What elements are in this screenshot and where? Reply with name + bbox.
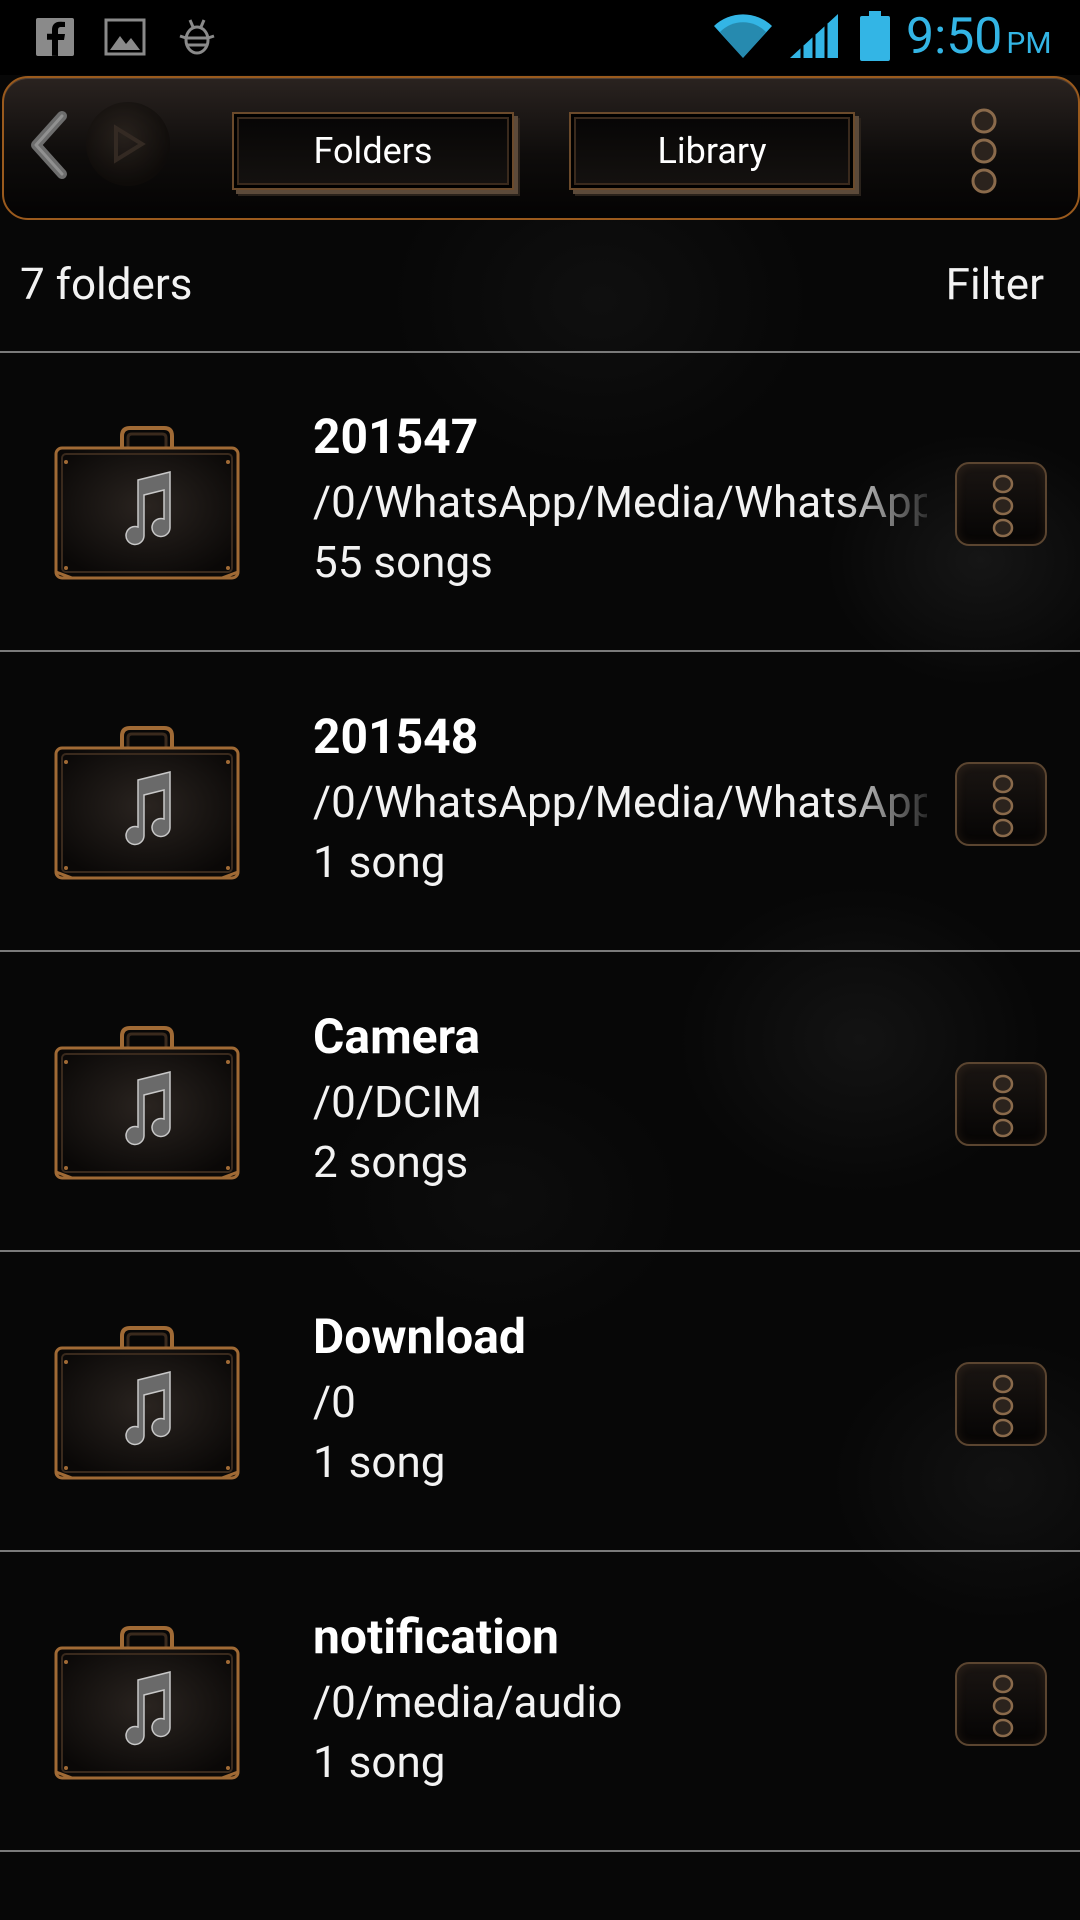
music-folder-icon [54,1026,240,1180]
toolbar: Folders Library [2,76,1080,220]
song-count: 1 song [313,836,446,888]
clock-time: 9:50 [906,8,1003,66]
list-item[interactable]: Download /0 1 song [0,1252,1080,1552]
folder-name: notification [313,1608,559,1665]
facebook-icon [36,18,74,56]
folder-path: /0/DCIM [313,1076,482,1128]
signal-icon [790,14,838,58]
overflow-menu-icon[interactable] [966,106,1002,196]
tab-library[interactable]: Library [569,112,855,190]
folder-list: 201547 /0/WhatsApp/Media/WhatsApp Audio … [0,352,1080,1852]
overflow-menu-icon [992,474,1014,538]
folder-name: Camera [313,1008,481,1065]
overflow-menu-icon [992,1374,1014,1438]
folder-path: /0/WhatsApp/Media/WhatsApp Audio [313,476,927,528]
item-menu-button[interactable] [955,762,1047,846]
chevron-left-icon[interactable] [26,110,76,180]
filter-button[interactable]: Filter [946,258,1044,310]
song-count: 1 song [313,1736,446,1788]
music-folder-icon [54,426,240,580]
folder-count: 7 folders [20,258,193,310]
clock-ampm: PM [1006,26,1052,61]
list-item[interactable]: notification /0/media/audio 1 song [0,1552,1080,1852]
folder-path: /0/media/audio [313,1676,623,1728]
item-menu-button[interactable] [955,1362,1047,1446]
overflow-menu-icon [992,1674,1014,1738]
folder-name: 201548 [313,708,479,765]
status-bar: 9:50 PM [0,0,1080,75]
song-count: 1 song [313,1436,446,1488]
list-item[interactable]: 201548 /0/WhatsApp/Media/WhatsApp Audio … [0,652,1080,952]
list-header: 7 folders Filter [0,216,1080,352]
bug-icon [179,19,215,55]
list-item[interactable]: Camera /0/DCIM 2 songs [0,952,1080,1252]
item-menu-button[interactable] [955,462,1047,546]
play-icon [114,124,146,164]
music-folder-icon [54,1326,240,1480]
overflow-menu-icon [992,1074,1014,1138]
folder-name: Download [313,1308,526,1365]
music-folder-icon [54,1626,240,1780]
song-count: 2 songs [313,1136,469,1188]
folder-path: /0 [313,1376,356,1428]
folder-name: 201547 [313,408,479,465]
wifi-icon [714,14,772,59]
list-item[interactable]: 201547 /0/WhatsApp/Media/WhatsApp Audio … [0,352,1080,652]
battery-icon [860,11,890,61]
play-button[interactable] [86,102,170,186]
overflow-menu-icon [992,774,1014,838]
clock: 9:50 PM [906,6,1052,75]
item-menu-button[interactable] [955,1062,1047,1146]
gallery-icon [104,18,146,56]
tab-folders[interactable]: Folders [232,112,514,190]
screen: 9:50 PM Folders Library 7 folders Filter … [0,0,1080,1920]
music-folder-icon [54,726,240,880]
folder-path: /0/WhatsApp/Media/WhatsApp Audio [313,776,927,828]
item-menu-button[interactable] [955,1662,1047,1746]
song-count: 55 songs [313,536,493,588]
